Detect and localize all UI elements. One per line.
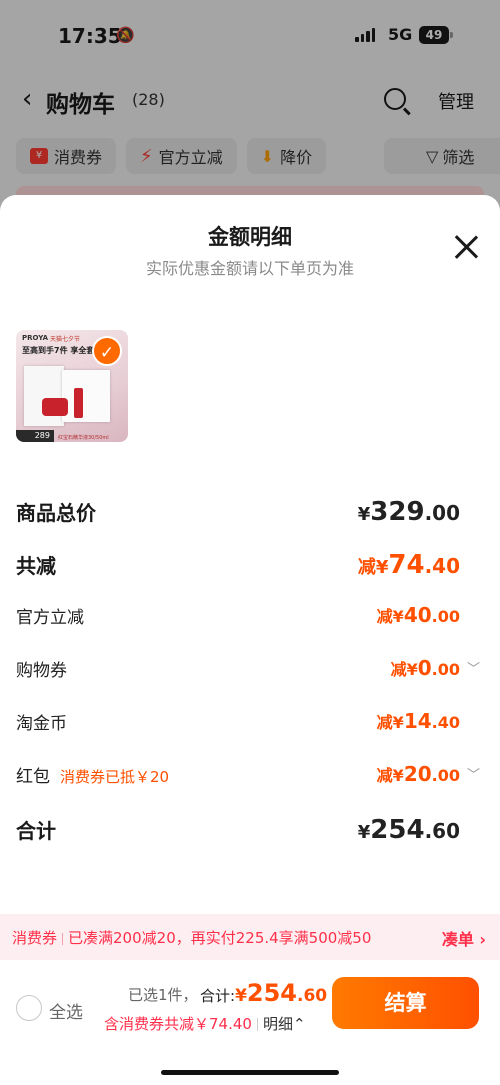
row-label: 共减 (16, 554, 56, 578)
product-bottle (74, 388, 83, 418)
discount-note: 含消费券共减￥74.40 明细⌃ (104, 1015, 306, 1033)
row-amount: 减¥74.40 (357, 550, 460, 580)
row-taobao-coins: 淘金币 减¥14.40 (16, 709, 484, 741)
row-label: 合计 (16, 819, 56, 843)
row-label: 红包 消费券已抵￥20 (16, 767, 170, 787)
row-red-packet[interactable]: 红包 消费券已抵￥20 减¥20.00 ﹀ (16, 762, 484, 794)
product-box (24, 366, 64, 426)
selected-count: 已选1件， (128, 986, 198, 1004)
row-amount: 减¥20.00 (376, 762, 460, 786)
detail-toggle[interactable]: 明细⌃ (263, 1015, 306, 1033)
row-amount: ¥329.00 (357, 497, 460, 527)
select-all-radio[interactable] (16, 995, 42, 1021)
row-amount: ¥254.60 (357, 815, 460, 845)
row-label: 商品总价 (16, 501, 96, 525)
product-caption: 红宝石精华液30/50ml (58, 435, 109, 441)
row-amount: 减¥14.40 (376, 709, 460, 733)
row-official-discount: 官方立减 减¥40.00 (16, 603, 484, 635)
row-subtotal: 商品总价 ¥329.00 (16, 497, 484, 529)
checkout-button[interactable]: 结算 (332, 977, 479, 1029)
row-amount: 减¥40.00 (376, 603, 460, 627)
product-promo: 至高到手7件 享全套搭 (22, 346, 103, 355)
row-total-discount: 共减 减¥74.40 (16, 550, 484, 582)
chevron-down-icon[interactable]: ﹀ (467, 658, 480, 677)
banner-text: 消费券 已凑满200减20，再实付225.4享满500减50 (12, 929, 372, 947)
total-price: 合计:¥254.60 (200, 979, 328, 1007)
checkout-bar: 全选 已选1件， 合计:¥254.60 含消费券共减￥74.40 明细⌃ 结算 (0, 960, 500, 1085)
home-indicator (161, 1070, 339, 1075)
product-brand-tag: 天猫七夕节 (50, 336, 81, 343)
close-icon[interactable] (452, 233, 480, 261)
sheet-subtitle: 实际优惠金额请以下单页为准 (145, 259, 354, 278)
coupon-banner[interactable]: 消费券 已凑满200减20，再实付225.4享满500减50 凑单 › (0, 914, 500, 960)
row-label: 官方立减 (16, 608, 84, 628)
product-price-tag: 289 (16, 430, 54, 442)
chevron-down-icon[interactable]: ﹀ (467, 764, 480, 783)
product-brand: PROYA (22, 334, 49, 342)
product-jar (42, 398, 68, 416)
row-shopping-voucher[interactable]: 购物券 减¥0.00 ﹀ (16, 656, 484, 688)
row-label: 购物券 (16, 661, 67, 681)
row-label: 淘金币 (16, 714, 67, 734)
sheet-title: 金额明细 (208, 225, 292, 249)
product-box (62, 370, 110, 422)
add-items-link[interactable]: 凑单 › (442, 926, 486, 950)
row-grand-total: 合计 ¥254.60 (16, 815, 484, 847)
selected-check-icon: ✓ (92, 336, 122, 366)
row-amount: 减¥0.00 (390, 656, 460, 680)
select-all-label[interactable]: 全选 (49, 998, 83, 1023)
red-packet-note: 消费券已抵￥20 (60, 768, 170, 786)
